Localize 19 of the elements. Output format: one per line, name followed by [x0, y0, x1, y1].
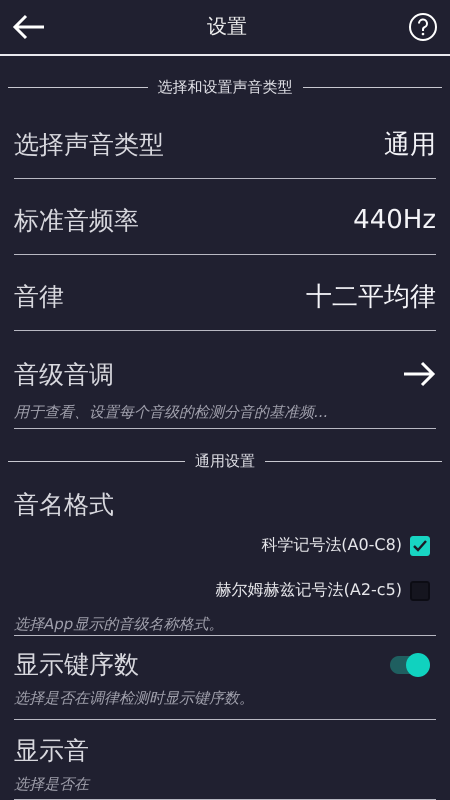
setting-value[interactable]: 440Hz	[353, 205, 436, 236]
setting-description: 选择是否在	[14, 775, 92, 794]
setting-description: 选择是否在调律检测时显示键序数。	[14, 689, 255, 708]
setting-label: 音级音调	[14, 358, 114, 391]
setting-description: 选择App显示的音级名称格式。	[14, 615, 224, 634]
setting-label: 标准音频率	[14, 204, 139, 237]
setting-label: 音名格式	[14, 489, 115, 522]
setting-label: 音律	[14, 280, 64, 313]
setting-description: 用于查看、设置每个音级的检测分音的基准频...	[14, 402, 330, 422]
setting-label: 显示音	[14, 735, 90, 768]
page-title: 设置	[207, 13, 247, 40]
section-title: 通用设置	[195, 452, 255, 471]
setting-value[interactable]: 十二平均律	[306, 278, 436, 314]
section-title: 选择和设置声音类型	[158, 78, 292, 98]
setting-label: 显示键序数	[14, 649, 139, 682]
option-label: 科学记号法(A0-C8)	[261, 535, 402, 556]
setting-value[interactable]: 通用	[384, 126, 436, 162]
option-label: 赫尔姆赫兹记号法(A2-c5)	[216, 580, 402, 602]
setting-label: 选择声音类型	[14, 128, 164, 161]
